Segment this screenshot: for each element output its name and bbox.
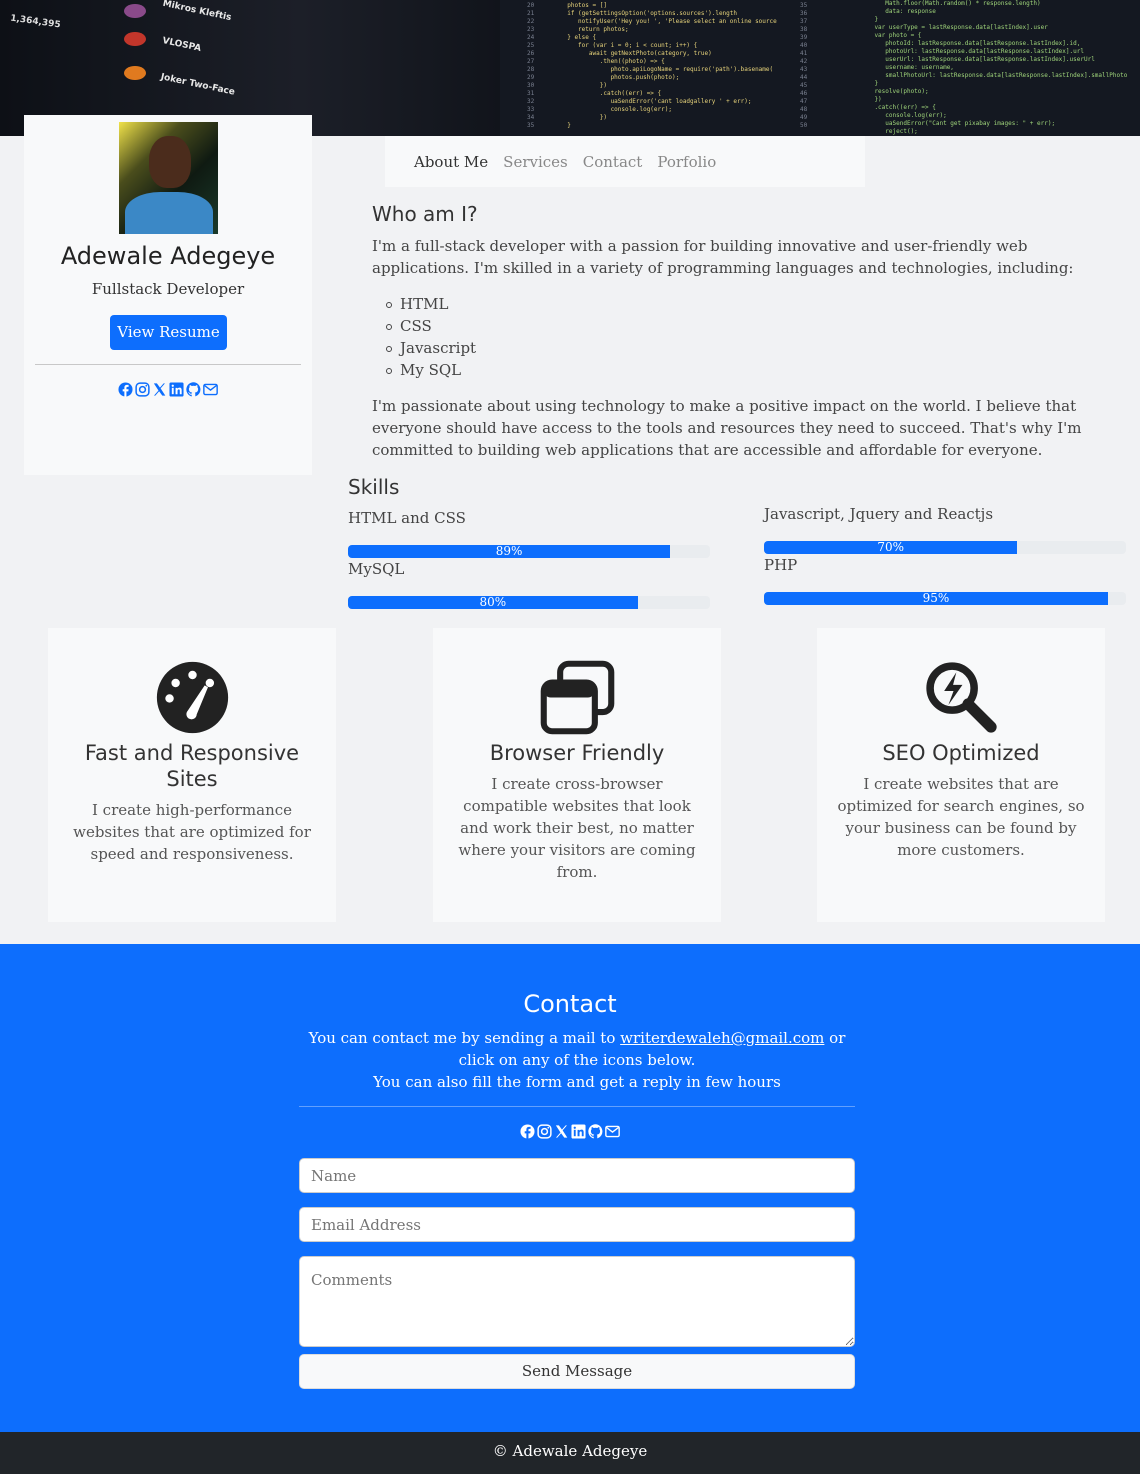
contact-heading: Contact bbox=[523, 990, 617, 1018]
contact-divider bbox=[299, 1106, 855, 1107]
facebook-icon[interactable] bbox=[118, 382, 133, 397]
contact-social-icons bbox=[0, 1124, 1140, 1139]
skill-label-mysql: MySQL bbox=[348, 560, 405, 578]
hero-code-line-numbers-2: 35 36 37 38 39 40 41 42 43 44 45 46 47 4… bbox=[800, 2, 808, 129]
view-resume-button[interactable]: View Resume bbox=[110, 315, 227, 350]
profile-social-icons bbox=[24, 382, 312, 397]
send-message-button[interactable]: Send Message bbox=[299, 1354, 855, 1389]
about-intro: I'm a full-stack developer with a passio… bbox=[372, 237, 1074, 277]
x-icon[interactable] bbox=[152, 382, 167, 397]
profile-photo-shirt bbox=[125, 192, 213, 234]
facebook-icon[interactable] bbox=[520, 1124, 535, 1139]
browser-windows-icon bbox=[433, 660, 721, 735]
service-text: I create cross-browser compatible websit… bbox=[458, 775, 696, 881]
nav-about-me[interactable]: About Me bbox=[414, 153, 488, 171]
nav-portfolio[interactable]: Porfolio bbox=[657, 153, 716, 171]
contact-section: Contact You can contact me by sending a … bbox=[0, 944, 1140, 1432]
speedometer-icon bbox=[48, 660, 336, 735]
about-closing: I'm passionate about using technology to… bbox=[372, 397, 1082, 459]
list-item: My SQL bbox=[386, 359, 476, 381]
envelope-icon[interactable] bbox=[203, 382, 218, 397]
skill-label-php: PHP bbox=[764, 556, 798, 574]
name-field[interactable] bbox=[299, 1158, 855, 1193]
hero-code-line-numbers: 20 21 22 23 24 25 26 27 28 29 30 31 32 3… bbox=[527, 2, 535, 129]
profile-photo-head bbox=[149, 136, 191, 188]
list-item: HTML bbox=[386, 293, 476, 315]
hero-avatar-blob bbox=[124, 32, 146, 46]
seo-search-icon bbox=[817, 660, 1105, 735]
profile-role: Fullstack Developer bbox=[91, 280, 245, 298]
contact-email-link[interactable]: writerdewaleh@gmail.com bbox=[620, 1029, 824, 1047]
contact-text-line2: You can also fill the form and get a rep… bbox=[373, 1073, 781, 1091]
service-text: I create high-performance websites that … bbox=[73, 801, 311, 863]
github-icon[interactable] bbox=[186, 382, 201, 397]
hero-code-block: photos = [] if (getSettingsOption('optio… bbox=[567, 2, 777, 129]
linkedin-icon[interactable] bbox=[169, 382, 184, 397]
hero-code-block-2: Math.floor(Math.random() * response.leng… bbox=[874, 0, 1128, 135]
skills-heading: Skills bbox=[348, 475, 400, 499]
list-item: CSS bbox=[386, 315, 476, 337]
skill-bar-fill: 80% bbox=[348, 596, 638, 609]
hero-avatar-blob bbox=[124, 66, 146, 80]
contact-text-before: You can contact me by sending a mail to bbox=[308, 1029, 621, 1047]
skill-bar-fill: 95% bbox=[764, 592, 1108, 605]
skill-bar-php: 95% bbox=[764, 592, 1126, 605]
skill-bar-javascript: 70% bbox=[764, 541, 1126, 554]
service-card-seo: SEO Optimized I create websites that are… bbox=[817, 628, 1105, 922]
about-heading: Who am I? bbox=[372, 202, 478, 226]
service-card-fast: Fast and Responsive Sites I create high-… bbox=[48, 628, 336, 922]
email-field[interactable] bbox=[299, 1207, 855, 1242]
service-title: Fast and Responsive Sites bbox=[84, 741, 300, 791]
service-card-browser: Browser Friendly I create cross-browser … bbox=[433, 628, 721, 922]
footer-text: © Adewale Adegeye bbox=[492, 1442, 648, 1460]
linkedin-icon[interactable] bbox=[571, 1124, 586, 1139]
skill-label-javascript: Javascript, Jquery and Reactjs bbox=[764, 505, 994, 523]
instagram-icon[interactable] bbox=[135, 382, 150, 397]
contact-text: You can contact me by sending a mail to … bbox=[299, 1027, 855, 1093]
profile-photo bbox=[119, 122, 218, 234]
profile-name: Adewale Adegeye bbox=[60, 242, 276, 270]
skill-bar-mysql: 80% bbox=[348, 596, 710, 609]
footer: © Adewale Adegeye bbox=[0, 1432, 1140, 1474]
nav-services[interactable]: Services bbox=[503, 153, 568, 171]
skill-bar-html-css: 89% bbox=[348, 545, 710, 558]
list-item: Javascript bbox=[386, 337, 476, 359]
languages-list: HTML CSS Javascript My SQL bbox=[386, 293, 476, 381]
profile-card: Adewale Adegeye Fullstack Developer View… bbox=[24, 115, 312, 475]
skill-bar-fill: 89% bbox=[348, 545, 671, 558]
skill-bar-fill: 70% bbox=[764, 541, 1018, 554]
envelope-icon[interactable] bbox=[605, 1124, 620, 1139]
instagram-icon[interactable] bbox=[537, 1124, 552, 1139]
service-title: SEO Optimized bbox=[882, 741, 1040, 765]
profile-divider bbox=[35, 364, 301, 365]
x-icon[interactable] bbox=[554, 1124, 569, 1139]
github-icon[interactable] bbox=[588, 1124, 603, 1139]
skill-label-html-css: HTML and CSS bbox=[348, 509, 466, 527]
hero-avatar-blob bbox=[124, 4, 146, 18]
main-nav: About Me Services Contact Porfolio bbox=[385, 136, 865, 187]
nav-contact[interactable]: Contact bbox=[583, 153, 643, 171]
service-text: I create websites that are optimized for… bbox=[837, 775, 1085, 859]
service-title: Browser Friendly bbox=[489, 741, 665, 765]
comments-field[interactable] bbox=[299, 1256, 855, 1347]
